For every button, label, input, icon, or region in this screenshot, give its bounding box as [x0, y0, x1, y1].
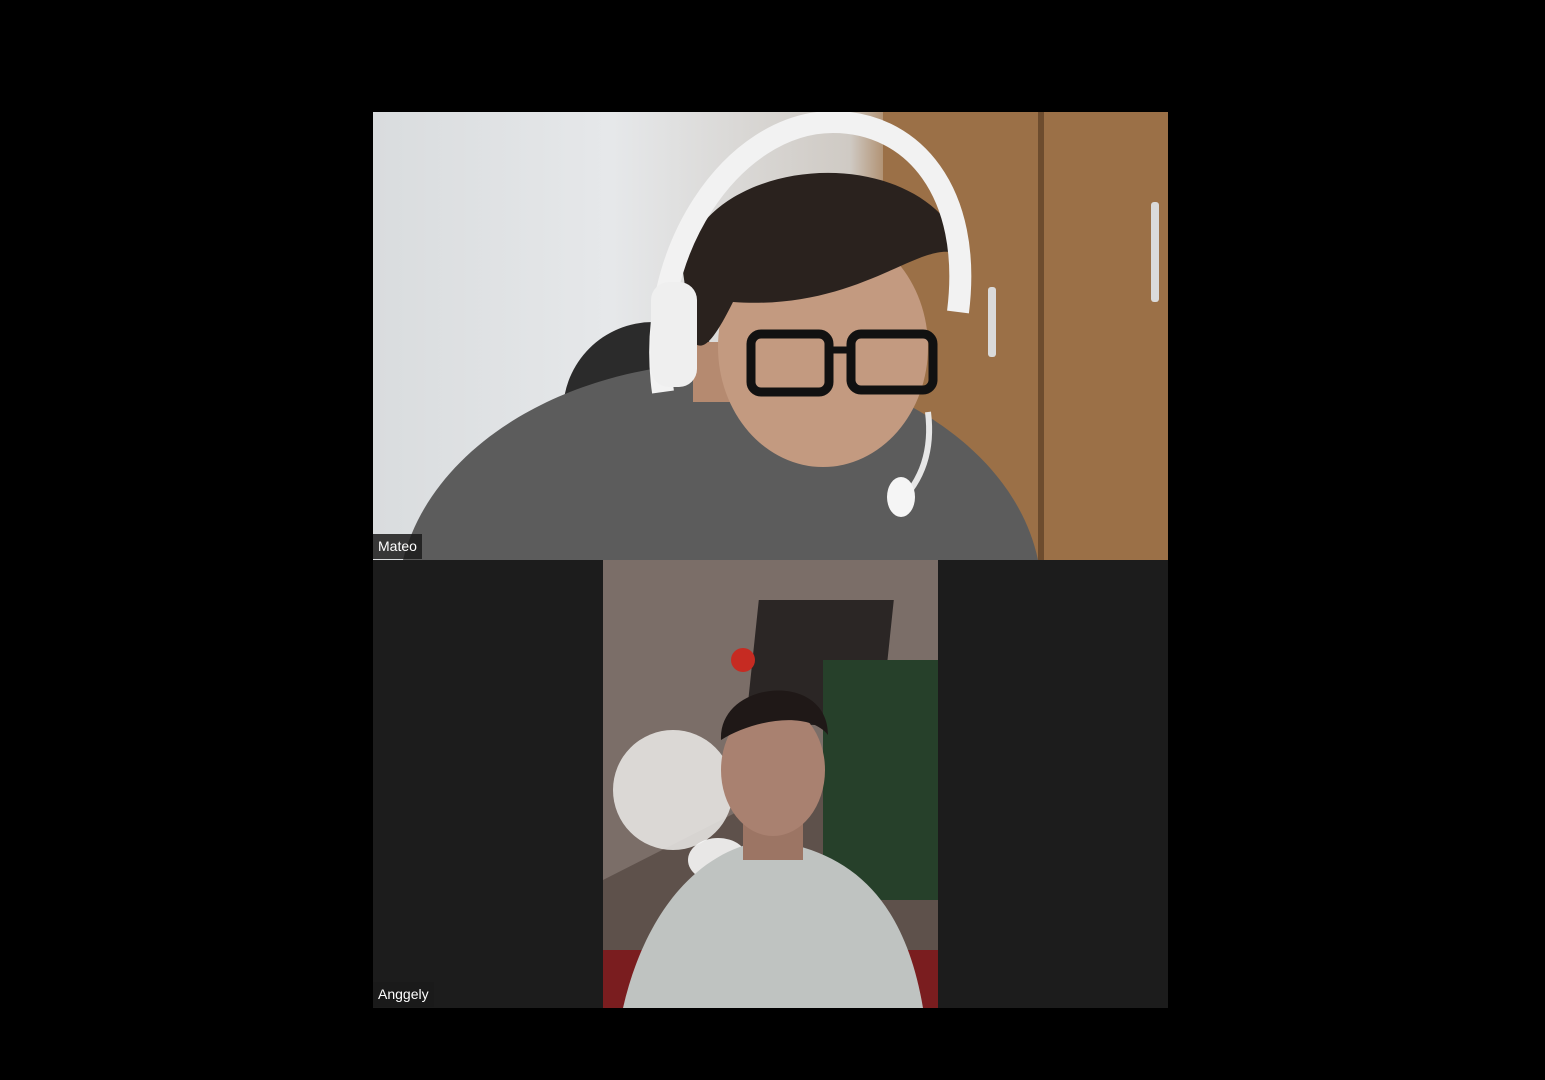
participant-video-placeholder — [403, 112, 1168, 560]
video-call-gallery: Mateo Anggely — [0, 0, 1545, 1080]
participant-name-label: Mateo — [373, 534, 422, 559]
participant-video-placeholder — [603, 560, 938, 1008]
participant-name-label: Anggely — [373, 982, 434, 1007]
participant-video — [373, 112, 1168, 560]
participant-tile-mateo[interactable]: Mateo — [373, 112, 1168, 560]
participant-tile-anggely[interactable]: Anggely — [373, 560, 1168, 1008]
participant-video — [603, 560, 938, 1008]
